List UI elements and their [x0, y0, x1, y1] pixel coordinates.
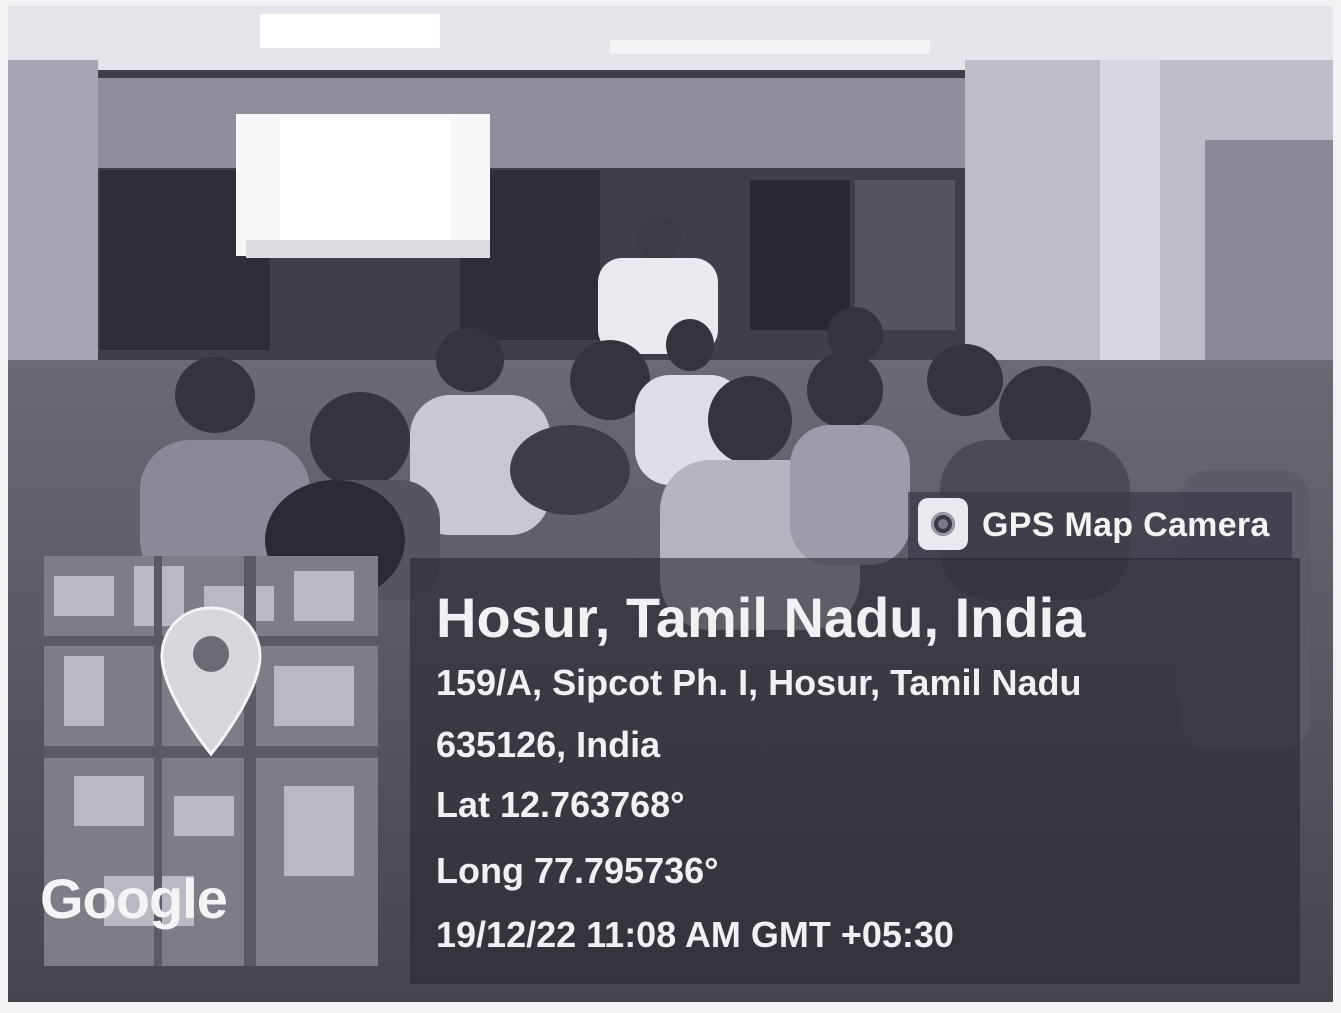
photo-stage: GPS Map Camera Hosur, Tamil Nadu, India …	[0, 0, 1341, 1013]
location-title: Hosur, Tamil Nadu, India	[436, 586, 1086, 649]
datetime: 19/12/22 11:08 AM GMT +05:30	[436, 914, 954, 955]
camera-lens-icon	[918, 498, 968, 550]
wall-panel-4	[855, 180, 955, 330]
app-label: GPS Map Camera	[982, 506, 1270, 544]
map-brand: Google	[40, 867, 228, 930]
screen-bar	[246, 240, 490, 258]
screen-content	[280, 118, 450, 246]
address-line-2: 635126, India	[436, 724, 661, 765]
instructor-head	[637, 216, 681, 260]
ceiling-beam	[610, 40, 930, 54]
address-line-1: 159/A, Sipcot Ph. I, Hosur, Tamil Nadu	[436, 662, 1082, 703]
upper-panel-row	[95, 78, 965, 168]
longitude: Long 77.795736°	[436, 850, 719, 891]
wall-panel-3	[750, 180, 850, 330]
latitude: Lat 12.763768°	[436, 784, 685, 825]
ceiling-light	[260, 14, 440, 48]
